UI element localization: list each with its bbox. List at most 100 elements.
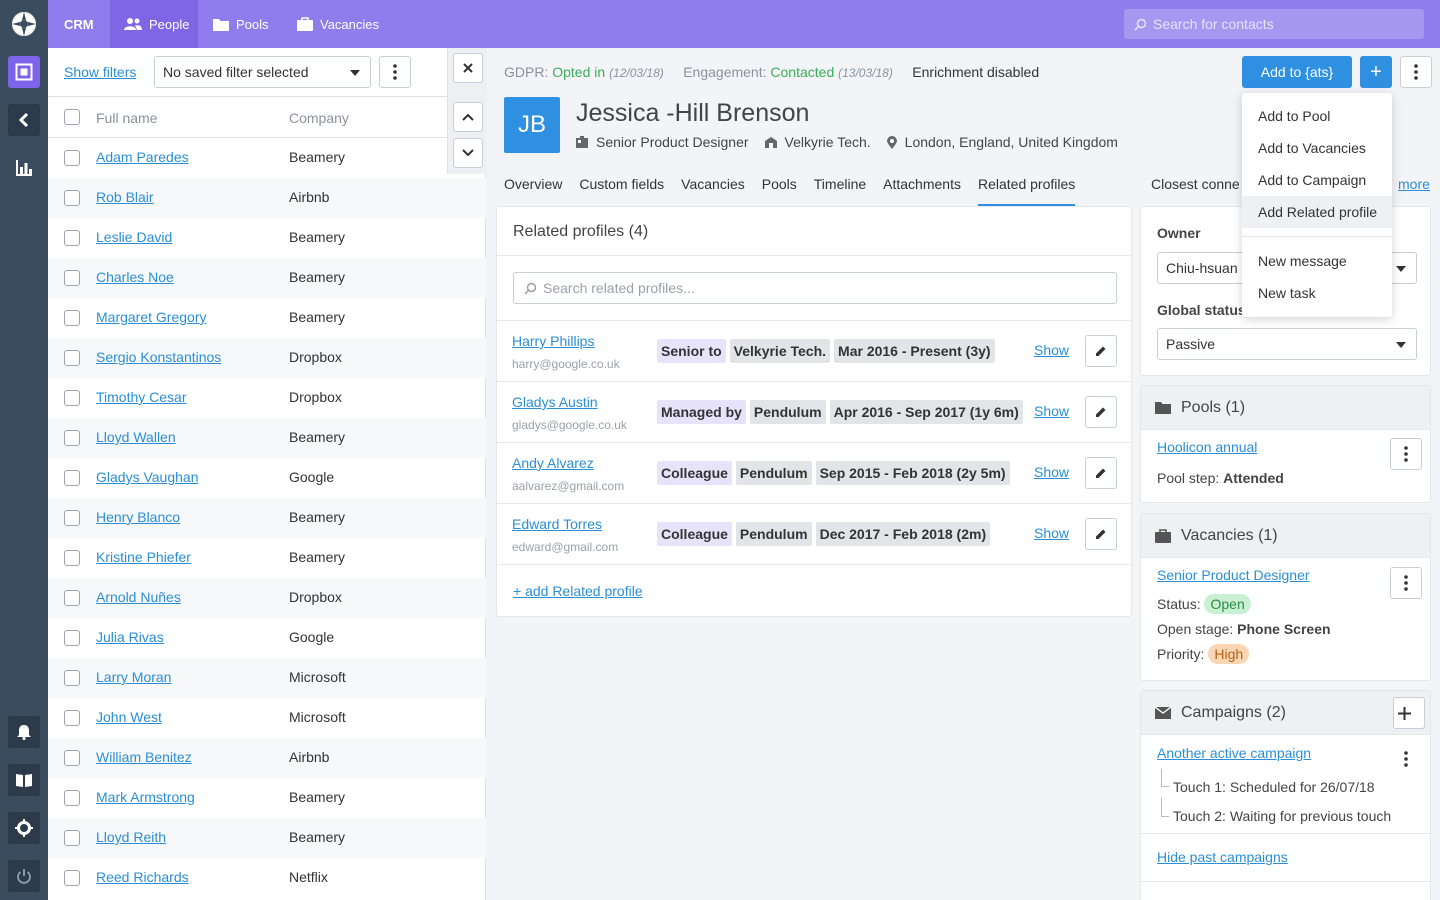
vacancy-link[interactable]: Senior Product Designer [1157,567,1310,583]
edit-button[interactable] [1085,457,1117,489]
menu-item-add-to-campaign[interactable]: Add to Campaign [1242,164,1392,196]
contact-name-link[interactable]: Adam Paredes [96,149,189,165]
campaign-options-button[interactable] [1390,743,1422,775]
contact-name-link[interactable]: Charles Noe [96,269,174,285]
show-link[interactable]: Show [1034,525,1069,541]
contact-name-link[interactable]: Reed Richards [96,869,189,885]
table-row[interactable]: Henry Blanco Beamery [48,498,486,538]
related-profile-name-link[interactable]: Edward Torres [512,516,602,532]
table-row[interactable]: Julia Rivas Google [48,618,486,658]
add-to-ats-button[interactable]: Add to {ats} [1242,56,1352,88]
pool-options-button[interactable] [1390,438,1422,470]
tab-vacancies[interactable]: Vacancies [297,0,379,48]
table-row[interactable]: William Benitez Airbnb [48,738,486,778]
contact-name-link[interactable]: Margaret Gregory [96,309,206,325]
menu-item-new-task[interactable]: New task [1242,277,1392,309]
logo-icon[interactable] [8,8,40,40]
collapse-icon[interactable] [8,104,40,136]
contact-name-link[interactable]: William Benitez [96,749,192,765]
tab-people[interactable]: People [110,0,198,48]
previous-contact-button[interactable] [453,102,483,132]
row-checkbox[interactable] [64,790,80,806]
row-checkbox[interactable] [64,510,80,526]
row-checkbox[interactable] [64,150,80,166]
tab-attachments[interactable]: Attachments [883,170,961,206]
menu-item-new-message[interactable]: New message [1242,245,1392,277]
table-row[interactable]: John West Microsoft [48,698,486,738]
table-row[interactable]: Charles Noe Beamery [48,258,486,298]
close-button[interactable] [453,53,483,83]
table-row[interactable]: Gladys Vaughan Google [48,458,486,498]
tab-custom-fields[interactable]: Custom fields [579,170,664,206]
row-checkbox[interactable] [64,390,80,406]
hide-past-campaigns-link[interactable]: Hide past campaigns [1157,849,1288,865]
page-icon[interactable] [8,56,40,88]
row-checkbox[interactable] [64,550,80,566]
row-checkbox[interactable] [64,230,80,246]
tab-timeline[interactable]: Timeline [814,170,866,206]
vacancy-options-button[interactable] [1390,567,1422,599]
contact-name-link[interactable]: Rob Blair [96,189,154,205]
menu-item-add-to-vacancies[interactable]: Add to Vacancies [1242,132,1392,164]
add-menu-button[interactable]: + [1360,56,1392,88]
row-checkbox[interactable] [64,270,80,286]
row-checkbox[interactable] [64,750,80,766]
show-link[interactable]: Show [1034,403,1069,419]
table-row[interactable]: Adam Paredes Beamery [48,138,486,178]
tab-pools[interactable]: Pools [762,170,797,206]
contact-name-link[interactable]: Mark Armstrong [96,789,195,805]
column-header-company[interactable]: Company [289,110,349,126]
row-checkbox[interactable] [64,670,80,686]
row-checkbox[interactable] [64,590,80,606]
contact-name-link[interactable]: Gladys Vaughan [96,469,198,485]
profile-options-button[interactable] [1400,56,1432,88]
list-options-button[interactable] [379,56,411,88]
edit-button[interactable] [1085,518,1117,550]
pool-link[interactable]: Hoolicon annual [1157,439,1257,455]
related-profile-name-link[interactable]: Harry Phillips [512,333,594,349]
brand-crm[interactable]: CRM [64,0,94,48]
add-related-profile-link[interactable]: + add Related profile [513,583,643,599]
show-link[interactable]: Show [1034,342,1069,358]
campaign-link[interactable]: Another active campaign [1157,745,1311,761]
show-link[interactable]: Show [1034,464,1069,480]
next-contact-button[interactable] [453,138,483,168]
row-checkbox[interactable] [64,870,80,886]
contact-name-link[interactable]: Lloyd Wallen [96,429,176,445]
menu-item-add-to-pool[interactable]: Add to Pool [1242,100,1392,132]
table-row[interactable]: Larry Moran Microsoft [48,658,486,698]
row-checkbox[interactable] [64,430,80,446]
row-checkbox[interactable] [64,470,80,486]
tab-pools[interactable]: Pools [213,0,269,48]
search-input[interactable]: Search for contacts [1124,9,1424,39]
row-checkbox[interactable] [64,190,80,206]
add-campaign-button[interactable] [1393,697,1425,729]
more-link[interactable]: more [1398,176,1430,192]
menu-item-add-related-profile[interactable]: Add Related profile [1242,196,1392,228]
saved-filter-select[interactable]: No saved filter selected [154,56,371,88]
contact-name-link[interactable]: Henry Blanco [96,509,180,525]
row-checkbox[interactable] [64,630,80,646]
contact-name-link[interactable]: Timothy Cesar [96,389,187,405]
column-header-full-name[interactable]: Full name [96,110,157,126]
row-checkbox[interactable] [64,310,80,326]
row-checkbox[interactable] [64,710,80,726]
related-search-input[interactable]: Search related profiles... [513,272,1117,304]
contact-name-link[interactable]: Larry Moran [96,669,171,685]
related-profile-name-link[interactable]: Andy Alvarez [512,455,594,471]
tab-vacancies[interactable]: Vacancies [681,170,745,206]
edit-button[interactable] [1085,335,1117,367]
row-checkbox[interactable] [64,830,80,846]
power-icon[interactable] [8,860,40,892]
table-row[interactable]: Reed Richards Netflix [48,858,486,898]
table-row[interactable]: Rob Blair Airbnb [48,178,486,218]
gear-icon[interactable] [8,812,40,844]
tab-overview[interactable]: Overview [504,170,562,206]
tab-related-profiles[interactable]: Related profiles [977,170,1076,206]
book-icon[interactable] [8,764,40,796]
table-row[interactable]: Margaret Gregory Beamery [48,298,486,338]
table-row[interactable]: Leslie David Beamery [48,218,486,258]
show-filters-link[interactable]: Show filters [64,64,136,80]
bell-icon[interactable] [8,716,40,748]
table-row[interactable]: Timothy Cesar Dropbox [48,378,486,418]
